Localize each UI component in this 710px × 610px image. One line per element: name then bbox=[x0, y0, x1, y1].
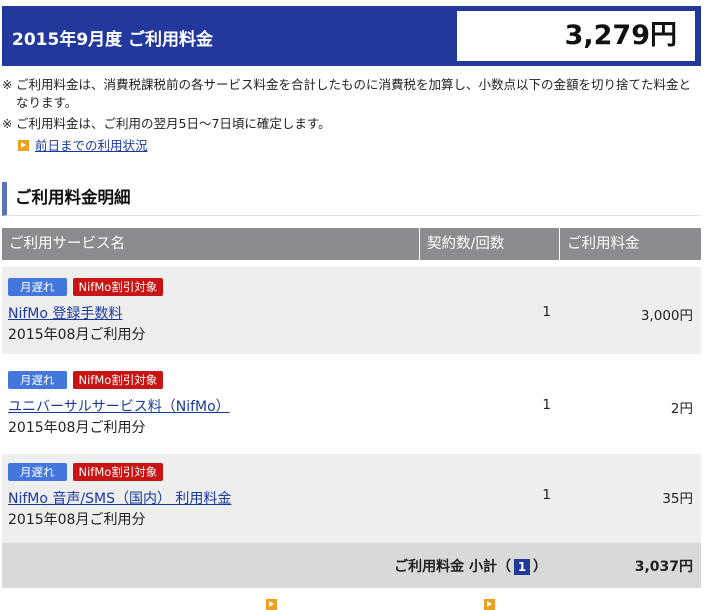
notes: ※ ご利用料金は、消費税課税前の各サービス料金を合計したものに消費税を加算し、小… bbox=[2, 76, 702, 136]
badges: 月遅れ NifMo割引対象 bbox=[8, 278, 164, 296]
service-link[interactable]: NifMo 登録手数料 bbox=[8, 303, 122, 323]
subtotal-amount: 3,037円 bbox=[634, 559, 693, 575]
service-count: 1 bbox=[542, 397, 551, 413]
note-tax-text: ご利用料金は、消費税課税前の各サービス料金を合計したものに消費税を加算し、小数点… bbox=[16, 77, 692, 110]
subtotal-label-text: ご利用料金 小計（ bbox=[394, 559, 511, 575]
service-link[interactable]: ユニバーサルサービス料（NifMo） bbox=[8, 396, 230, 416]
billing-table: ご利用サービス名 契約数/回数 ご利用料金 月遅れ NifMo割引対象 NifM… bbox=[2, 228, 701, 544]
section-title: ご利用料金明細 bbox=[2, 182, 700, 216]
header-fee: ご利用料金 bbox=[567, 236, 640, 252]
subtotal-page-number: 1 bbox=[514, 559, 530, 575]
table-row: 月遅れ NifMo割引対象 ユニバーサルサービス料（NifMo） 2015年08… bbox=[2, 354, 701, 454]
discount-badge: NifMo割引対象 bbox=[72, 278, 164, 296]
table-row: 月遅れ NifMo割引対象 NifMo 登録手数料 2015年08月ご利用分 1… bbox=[2, 267, 701, 354]
service-fee: 2円 bbox=[670, 401, 693, 417]
discount-badge: NifMo割引対象 bbox=[72, 371, 164, 389]
header-count: 契約数/回数 bbox=[420, 228, 560, 260]
billing-month-title: 2015年9月度 ご利用料金 bbox=[12, 30, 214, 50]
subtotal-row: ご利用料金 小計（ 1） 3,037円 bbox=[2, 543, 701, 588]
table-row: 月遅れ NifMo割引対象 NifMo 音声/SMS（国内） 利用料金 2015… bbox=[2, 454, 701, 544]
subtotal-label: ご利用料金 小計（ 1） bbox=[394, 556, 547, 576]
service-count: 1 bbox=[542, 304, 551, 320]
service-fee: 35円 bbox=[662, 491, 693, 507]
service-period: 2015年08月ご利用分 bbox=[8, 327, 146, 343]
badges: 月遅れ NifMo割引対象 bbox=[8, 463, 164, 481]
usage-link-row[interactable]: 前日までの利用状況 bbox=[18, 135, 148, 154]
service-period: 2015年08月ご利用分 bbox=[8, 512, 146, 528]
late-badge: 月遅れ bbox=[8, 278, 67, 296]
note-mark: ※ bbox=[2, 116, 13, 131]
subtotal-label-close: ） bbox=[533, 559, 547, 575]
note-confirm-text: ご利用料金は、ご利用の翌月5日～7日頃に確定します。 bbox=[16, 116, 331, 131]
service-count: 1 bbox=[542, 487, 551, 503]
service-link[interactable]: NifMo 音声/SMS（国内） 利用料金 bbox=[8, 488, 231, 508]
total-amount: 3,279円 bbox=[457, 11, 695, 61]
arrow-right-icon bbox=[18, 140, 29, 151]
note-tax: ※ ご利用料金は、消費税課税前の各サービス料金を合計したものに消費税を加算し、小… bbox=[2, 76, 702, 112]
usage-status-link[interactable]: 前日までの利用状況 bbox=[35, 138, 148, 153]
late-badge: 月遅れ bbox=[8, 463, 67, 481]
note-mark: ※ bbox=[2, 77, 13, 92]
late-badge: 月遅れ bbox=[8, 371, 67, 389]
service-fee: 3,000円 bbox=[640, 308, 693, 324]
note-confirm: ※ ご利用料金は、ご利用の翌月5日～7日頃に確定します。 bbox=[2, 115, 702, 133]
badges: 月遅れ NifMo割引対象 bbox=[8, 371, 164, 389]
service-period: 2015年08月ご利用分 bbox=[8, 420, 146, 436]
billing-header: 2015年9月度 ご利用料金 3,279円 bbox=[2, 6, 701, 66]
discount-badge: NifMo割引対象 bbox=[72, 463, 164, 481]
table-header: ご利用サービス名 契約数/回数 ご利用料金 bbox=[2, 228, 701, 260]
header-service: ご利用サービス名 bbox=[2, 228, 420, 260]
